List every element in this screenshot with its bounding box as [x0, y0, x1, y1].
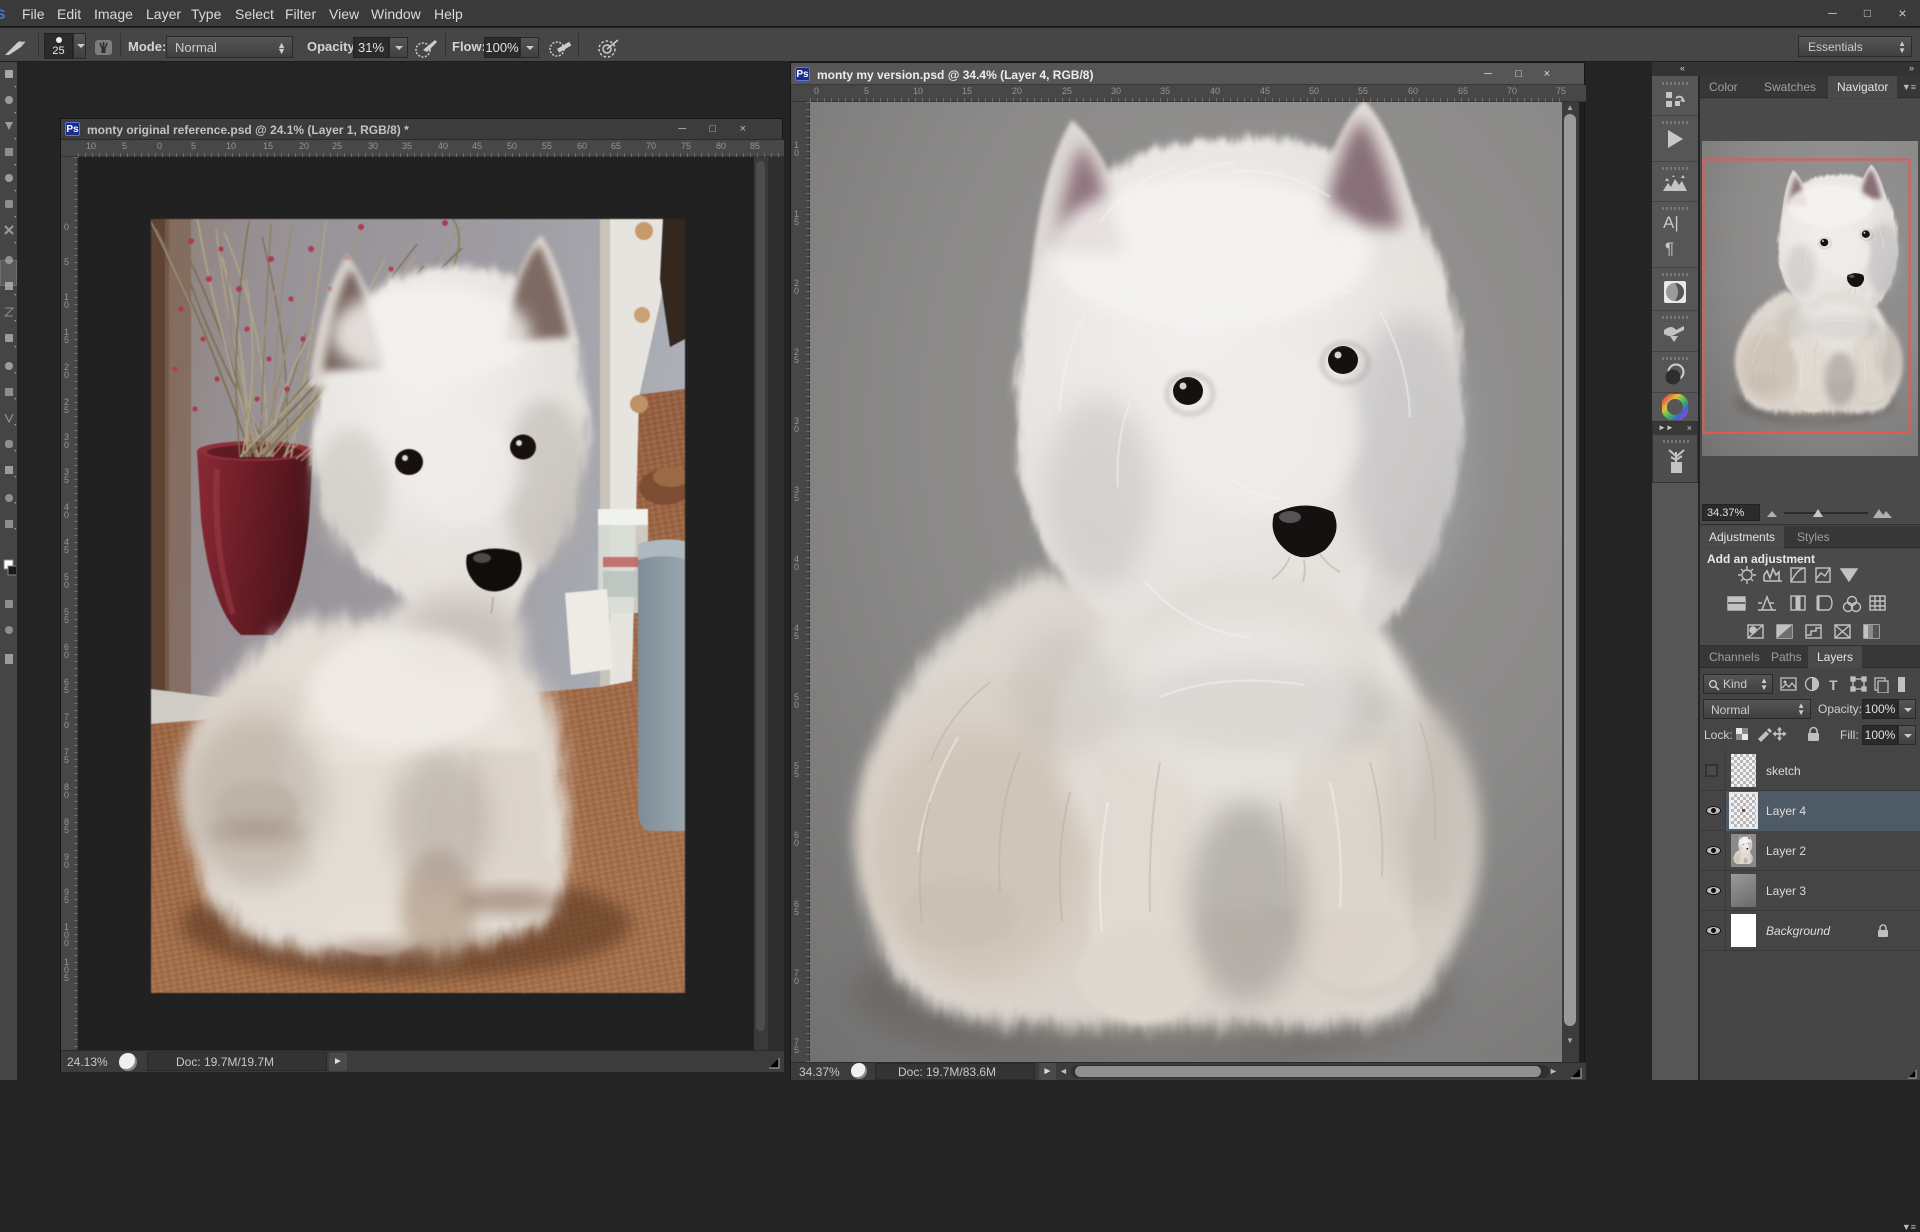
- svg-text:T: T: [1829, 677, 1838, 693]
